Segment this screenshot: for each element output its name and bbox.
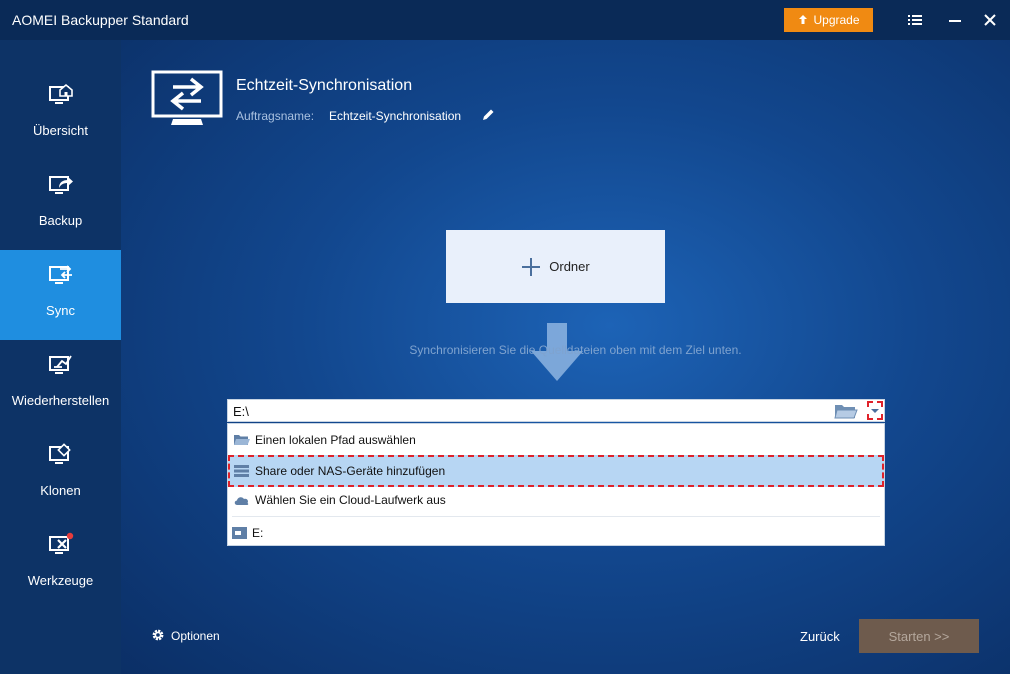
sidebar-item-overview[interactable]: Übersicht [0, 70, 121, 160]
monitor-home-icon [49, 83, 73, 104]
browse-folder-icon[interactable] [834, 402, 858, 420]
folder-open-icon [234, 435, 250, 445]
sidebar-item-label: Sync [46, 303, 75, 318]
monitor-restore-icon [49, 355, 72, 374]
dropdown-separator [232, 516, 880, 517]
destination-dropdown-list: Einen lokalen Pfad auswählen Share oder … [227, 423, 885, 546]
nas-icon [234, 465, 249, 477]
sidebar-item-tools[interactable]: Werkzeuge [0, 520, 121, 610]
sidebar-item-label: Übersicht [33, 123, 88, 138]
destination-path-input[interactable]: E:\ [227, 399, 885, 422]
dropdown-item-nas[interactable]: Share oder NAS-Geräte hinzufügen [228, 455, 884, 487]
sidebar-item-backup[interactable]: Backup [0, 160, 121, 250]
back-button[interactable]: Zurück [800, 629, 840, 644]
gear-icon [152, 629, 164, 641]
sidebar-item-label: Wiederherstellen [11, 393, 110, 408]
sidebar-item-label: Backup [38, 213, 83, 228]
monitor-tools-icon [49, 532, 74, 554]
sidebar-item-clone[interactable]: Klonen [0, 430, 121, 520]
monitor-sync-icon [49, 265, 72, 284]
sync-hint: Synchronisieren Sie die Quelldateien obe… [409, 343, 742, 357]
upgrade-label: Upgrade [813, 13, 860, 27]
task-name-label: Auftragsname: [236, 109, 315, 123]
upgrade-icon [799, 15, 808, 24]
main-panel: Echtzeit-Synchronisation Auftragsname: E… [121, 40, 1010, 674]
sidebar-item-sync[interactable]: Sync [0, 250, 121, 340]
sidebar-item-label: Werkzeuge [27, 573, 94, 588]
add-folder-label: Ordner [549, 259, 590, 274]
dropdown-item-label: Share oder NAS-Geräte hinzufügen [255, 464, 446, 478]
plus-icon [522, 257, 541, 276]
add-folder-button[interactable]: Ordner [446, 230, 665, 303]
dropdown-item-label: E: [252, 526, 264, 540]
dropdown-item-drive-e[interactable]: E: [228, 519, 884, 547]
app-title: AOMEI Backupper Standard [12, 12, 189, 28]
minimize-icon[interactable] [945, 10, 965, 30]
monitor-clone-icon [49, 443, 71, 464]
sidebar-item-restore[interactable]: Wiederherstellen [0, 340, 121, 430]
dropdown-item-cloud[interactable]: Wählen Sie ein Cloud-Laufwerk aus [228, 486, 884, 514]
pencil-icon[interactable] [481, 108, 495, 122]
sync-task-icon [151, 70, 223, 125]
options-label: Optionen [171, 629, 220, 643]
close-icon[interactable] [980, 10, 1000, 30]
destination-path-value: E:\ [233, 404, 249, 419]
sidebar-item-label: Klonen [40, 483, 81, 498]
drive-icon [232, 527, 247, 539]
task-name-value: Echtzeit-Synchronisation [329, 109, 462, 123]
dropdown-item-local-path[interactable]: Einen lokalen Pfad auswählen [228, 426, 884, 454]
sidebar: Übersicht Backup Sync Wiederherstellen K… [0, 40, 121, 674]
upgrade-button[interactable]: Upgrade [784, 8, 873, 32]
destination-dropdown-button[interactable] [867, 401, 883, 420]
dropdown-item-label: Einen lokalen Pfad auswählen [255, 433, 416, 447]
monitor-share-icon [49, 176, 73, 194]
start-button[interactable]: Starten >> [859, 619, 979, 653]
title-bar: AOMEI Backupper Standard Upgrade [0, 0, 1010, 40]
cloud-icon [234, 497, 249, 505]
page-title: Echtzeit-Synchronisation [236, 77, 413, 94]
chevron-down-icon [871, 409, 879, 413]
menu-icon[interactable] [905, 10, 925, 30]
dropdown-item-label: Wählen Sie ein Cloud-Laufwerk aus [255, 493, 446, 507]
